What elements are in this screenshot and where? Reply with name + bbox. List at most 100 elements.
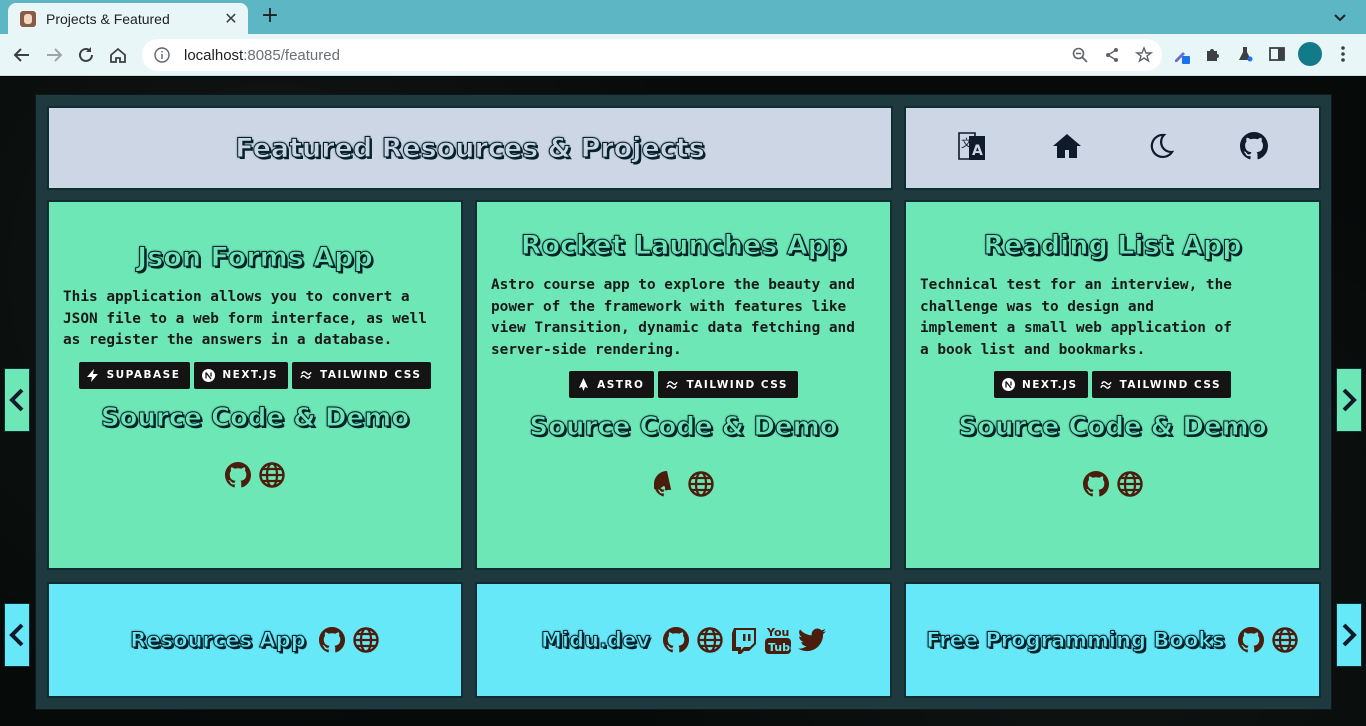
tag-label: TAILWIND CSS <box>1119 378 1222 391</box>
github-link-icon[interactable] <box>318 625 346 655</box>
resource-card-midudev: Midu.dev You Tube <box>475 582 892 698</box>
source-demo-heading: Source Code & Demo <box>100 402 410 433</box>
browser-tab[interactable]: Projects & Featured ✕ <box>8 3 248 34</box>
tag-tailwind: TAILWIND CSS <box>1091 371 1232 398</box>
new-tab-button[interactable]: + <box>258 5 282 28</box>
forward-button[interactable] <box>42 43 66 67</box>
github-link-icon[interactable] <box>224 461 252 489</box>
project-description: Astro course app to explore the beauty a… <box>491 277 855 358</box>
project-links <box>653 470 715 498</box>
tag-label: TAILWIND CSS <box>686 378 788 391</box>
side-panel-icon[interactable] <box>1266 42 1288 66</box>
chevron-right-icon <box>1342 388 1357 412</box>
globe-demo-link-icon[interactable] <box>687 470 715 498</box>
nextjs-icon <box>202 368 216 382</box>
bookmark-star-icon[interactable] <box>1134 45 1154 65</box>
resources-prev-button[interactable] <box>4 603 30 667</box>
info-icon[interactable] <box>154 47 170 63</box>
github-link-icon[interactable] <box>1082 470 1110 498</box>
tag-label: ASTRO <box>597 378 645 391</box>
project-card-reading-list: Reading List App Technical test for an i… <box>904 200 1321 570</box>
project-description: Technical test for an interview, the cha… <box>920 277 1232 358</box>
project-card-rocket-launches: Rocket Launches App Astro course app to … <box>475 200 892 570</box>
browser-menu-kebab-icon[interactable] <box>1332 42 1354 66</box>
supabase-bolt-icon <box>87 368 100 382</box>
moon-icon[interactable] <box>1147 132 1175 164</box>
profile-avatar-icon[interactable] <box>1298 42 1322 66</box>
svg-text:A: A <box>972 143 983 159</box>
tag-nextjs: NEXT.JS <box>993 371 1088 398</box>
home-icon[interactable] <box>1052 132 1082 164</box>
tailwind-icon <box>1099 378 1113 391</box>
resource-card-resources-app: Resources App <box>47 582 463 698</box>
tag-tailwind: TAILWIND CSS <box>658 371 798 398</box>
tailwind-icon <box>666 378 679 391</box>
github-link-icon[interactable] <box>1237 625 1265 655</box>
github-link-icon[interactable] <box>653 470 681 498</box>
project-card-json-forms: Json Forms App This application allows y… <box>47 200 463 570</box>
tag-tailwind: TAILWIND CSS <box>291 361 432 389</box>
share-icon[interactable] <box>1102 45 1122 65</box>
project-title: Rocket Launches App <box>520 230 847 262</box>
project-description: This application allows you to convert a… <box>63 289 427 348</box>
title-panel: Featured Resources & Projects <box>47 106 893 190</box>
youtube-icon[interactable]: You Tube <box>764 625 792 655</box>
resource-title: Midu.dev <box>540 628 651 653</box>
browser-tab-strip: Projects & Featured ✕ + <box>0 0 1366 34</box>
forward-arrow-icon <box>47 48 63 62</box>
svg-text:You: You <box>766 626 789 639</box>
tag-label: NEXT.JS <box>222 369 278 381</box>
back-arrow-icon <box>13 48 29 62</box>
tag-astro: ASTRO <box>569 371 655 398</box>
extensions-puzzle-icon[interactable] <box>1202 42 1224 66</box>
tech-tags: SUPABASE NEXT.JS TAILWIND CSS <box>78 361 432 389</box>
resource-title: Free Programming Books <box>926 628 1225 653</box>
twitter-icon[interactable] <box>798 625 827 655</box>
tab-title: Projects & Featured <box>46 10 170 27</box>
url-host: localhost <box>184 46 244 64</box>
globe-link-icon[interactable] <box>352 625 380 655</box>
chevron-right-icon <box>1342 623 1357 647</box>
globe-link-icon[interactable] <box>1271 625 1299 655</box>
github-link-icon[interactable] <box>662 625 690 655</box>
tag-label: TAILWIND CSS <box>319 369 422 381</box>
site-favicon-icon <box>20 10 36 27</box>
project-links <box>1082 470 1144 498</box>
home-button[interactable] <box>106 43 130 67</box>
projects-prev-button[interactable] <box>4 368 30 432</box>
page-title: Featured Resources & Projects <box>235 132 706 164</box>
astro-rocket-icon <box>577 378 590 391</box>
extension-eyedropper-icon[interactable] <box>1170 42 1192 66</box>
chevron-left-icon <box>9 388 24 412</box>
globe-demo-link-icon[interactable] <box>1116 470 1144 498</box>
tech-tags: NEXT.JS TAILWIND CSS <box>993 371 1232 398</box>
tag-nextjs: NEXT.JS <box>194 361 288 389</box>
labs-flask-icon[interactable] <box>1234 42 1256 66</box>
reload-button[interactable] <box>74 43 98 67</box>
twitch-icon[interactable] <box>730 625 758 655</box>
nextjs-icon <box>1001 378 1015 391</box>
browser-toolbar: localhost:8085/featured <box>0 34 1366 76</box>
source-demo-heading: Source Code & Demo <box>529 412 838 443</box>
resources-next-button[interactable] <box>1336 603 1362 667</box>
tailwind-icon <box>300 369 313 382</box>
tab-close-icon[interactable]: ✕ <box>222 9 240 28</box>
github-icon[interactable] <box>1240 132 1269 164</box>
zoom-icon[interactable] <box>1070 45 1090 65</box>
resource-card-free-programming-books: Free Programming Books <box>904 582 1321 698</box>
svg-text:文: 文 <box>961 136 972 150</box>
resource-title: Resources App <box>130 628 306 653</box>
svg-text:Tube: Tube <box>768 641 792 654</box>
chevron-left-icon <box>9 623 24 647</box>
projects-next-button[interactable] <box>1336 368 1362 432</box>
translate-icon[interactable]: A文 <box>957 130 987 166</box>
globe-link-icon[interactable] <box>696 625 724 655</box>
tag-label: NEXT.JS <box>1021 378 1078 391</box>
tech-tags: ASTRO TAILWIND CSS <box>569 371 798 398</box>
project-title: Reading List App <box>983 230 1242 262</box>
globe-demo-link-icon[interactable] <box>258 461 286 489</box>
tab-search-chevron-icon[interactable] <box>1332 9 1348 25</box>
tag-label: SUPABASE <box>106 369 181 381</box>
address-bar[interactable]: localhost:8085/featured <box>142 39 1162 71</box>
back-button[interactable] <box>10 43 34 67</box>
